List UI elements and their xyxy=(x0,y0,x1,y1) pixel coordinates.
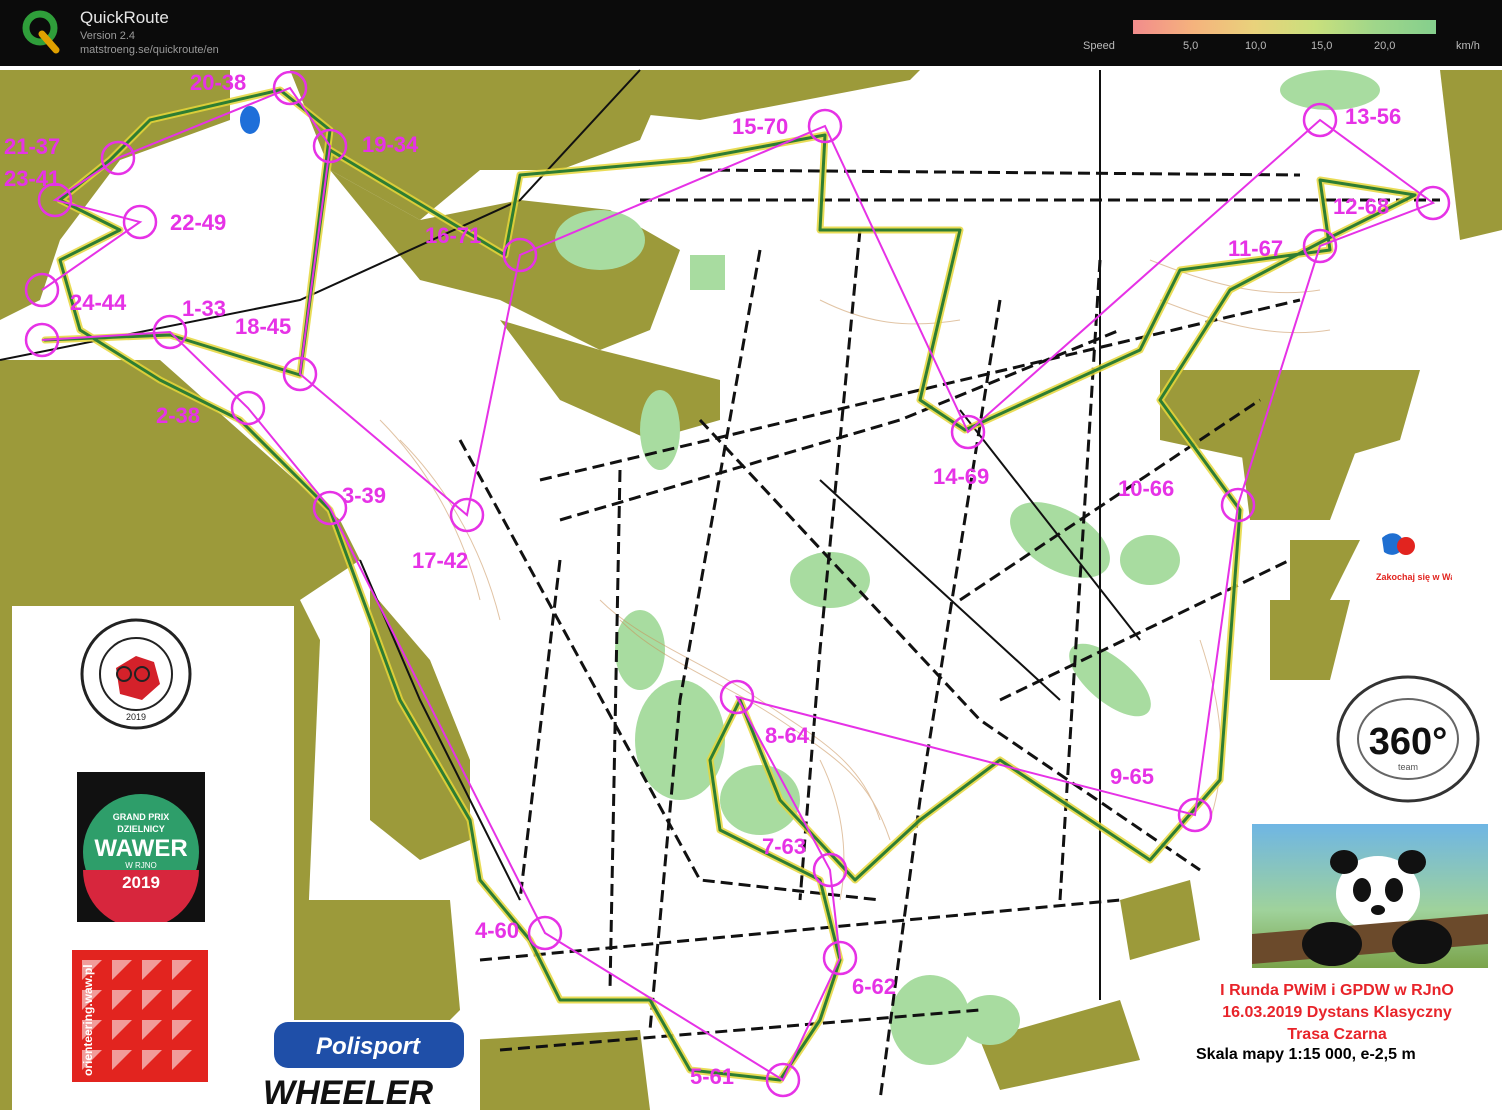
panda-photo xyxy=(1252,824,1488,968)
gpdw-sub-text: W RJNO xyxy=(125,861,157,870)
control-label: 20-38 xyxy=(190,70,247,95)
orienteering-url-text: orienteering.waw.pl xyxy=(81,964,95,1076)
control-label: 23-41 xyxy=(4,166,61,191)
control-label: 24-44 xyxy=(70,290,127,315)
control-label: 18-45 xyxy=(235,314,292,339)
control-label: 17-42 xyxy=(412,548,469,573)
control-label: 8-64 xyxy=(765,723,810,748)
gpdw-main-text: WAWER xyxy=(94,835,187,862)
control-label: 14-69 xyxy=(933,464,990,489)
control-label: 3-39 xyxy=(342,483,387,508)
control-label: 22-49 xyxy=(170,210,227,235)
control-label: 9-65 xyxy=(1110,764,1155,789)
polisport-wheeler-logo: Polisport WHEELER xyxy=(263,1022,464,1112)
app-title: QuickRoute xyxy=(80,8,169,27)
control-label: 2-38 xyxy=(156,403,201,428)
speed-tick: 10,0 xyxy=(1245,40,1267,52)
speed-tick: 15,0 xyxy=(1311,40,1333,52)
orienteering-waw-logo: orienteering.waw.pl xyxy=(72,950,208,1082)
control-label: 5-61 xyxy=(690,1064,735,1089)
control-label: 1-33 xyxy=(182,296,227,321)
control-label: 4-60 xyxy=(475,918,520,943)
zakochaj-text: Zakochaj się w Wawrze xyxy=(1376,572,1452,582)
gpdw-badge-logo: GRAND PRIX DZIELNICY WAWER W RJNO 2019 xyxy=(77,772,205,928)
pond xyxy=(240,106,260,134)
event-course-name: Trasa Czarna xyxy=(1287,1026,1387,1043)
title-bar: QuickRoute Version 2.4 matstroeng.se/qui… xyxy=(0,0,1502,66)
speed-gradient-bar xyxy=(1133,20,1436,34)
polisport-brand-text: Polisport xyxy=(316,1033,421,1060)
gpdw-mid-text: DZIELNICY xyxy=(117,824,165,834)
map-scale-text: Skala mapy 1:15 000, e-2,5 m xyxy=(1196,1046,1416,1063)
pwim-year: 2019 xyxy=(126,712,146,722)
speed-unit: km/h xyxy=(1456,40,1480,52)
control-label: 7-63 xyxy=(762,834,807,859)
pwim-badge-logo: 2019 xyxy=(80,618,192,730)
control-label: 6-62 xyxy=(852,974,897,999)
control-label: 11-67 xyxy=(1228,236,1284,261)
team-number-text: 360° xyxy=(1369,721,1448,763)
control-label: 12-68 xyxy=(1333,194,1390,219)
team-word-text: team xyxy=(1398,762,1418,772)
app-version: Version 2.4 xyxy=(80,30,136,42)
team-360-logo: 360° team xyxy=(1336,675,1480,803)
gpdw-year-text: 2019 xyxy=(122,873,160,892)
quickroute-logo-icon xyxy=(22,10,60,54)
control-label: 16-71 xyxy=(425,223,482,248)
speed-tick: 20,0 xyxy=(1374,40,1396,52)
polisport-product-text: WHEELER xyxy=(263,1074,433,1112)
app-url[interactable]: matstroeng.se/quickroute/en xyxy=(80,44,219,56)
gpdw-top-text: GRAND PRIX xyxy=(113,812,170,822)
event-title-line1: I Runda PWiM i GPDW w RJnO xyxy=(1220,982,1454,999)
speed-tick: 5,0 xyxy=(1183,40,1199,52)
zakochaj-w-wawrze-logo: Zakochaj się w Wawrze xyxy=(1376,533,1452,582)
control-label: 10-66 xyxy=(1118,476,1175,501)
control-label: 19-34 xyxy=(362,132,419,157)
control-label: 15-70 xyxy=(732,114,789,139)
event-title-line2: 16.03.2019 Dystans Klasyczny xyxy=(1222,1004,1452,1021)
control-label: 21-37 xyxy=(4,134,61,159)
control-label: 13-56 xyxy=(1345,104,1402,129)
speed-legend-label: Speed xyxy=(1083,40,1115,52)
